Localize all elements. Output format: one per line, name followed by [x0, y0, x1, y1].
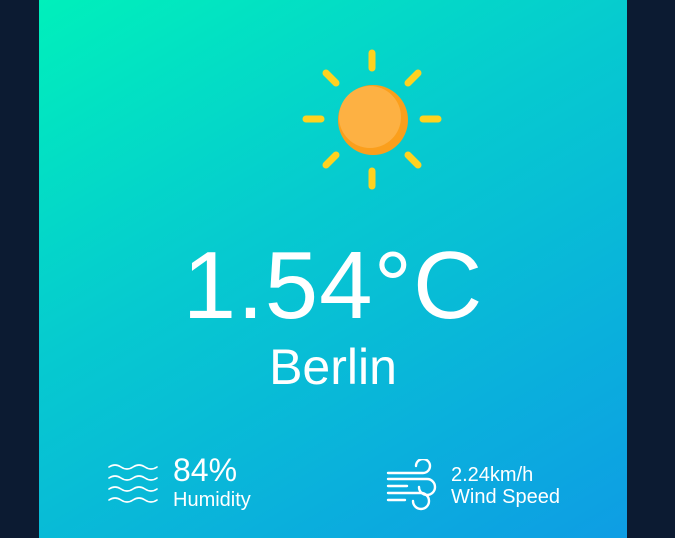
- wind-icon: [386, 459, 437, 511]
- humidity-value: 84%: [173, 452, 238, 488]
- wind-speed-value: 2.24km/h: [451, 464, 534, 486]
- humidity-label: Humidity: [173, 489, 251, 511]
- wind-speed-label: Wind Speed: [451, 486, 560, 508]
- city-name: Berlin: [269, 339, 397, 395]
- humidity-waves-icon: [108, 464, 158, 503]
- weather-card: 1.54°C Berlin 84% Humidity 2.24km/h Wind…: [39, 0, 627, 538]
- temperature: 1.54°C: [182, 232, 484, 339]
- humidity-stat: 84% Humidity: [107, 452, 251, 512]
- sun-icon: [302, 49, 442, 190]
- wind-stat: 2.24km/h Wind Speed: [385, 459, 560, 513]
